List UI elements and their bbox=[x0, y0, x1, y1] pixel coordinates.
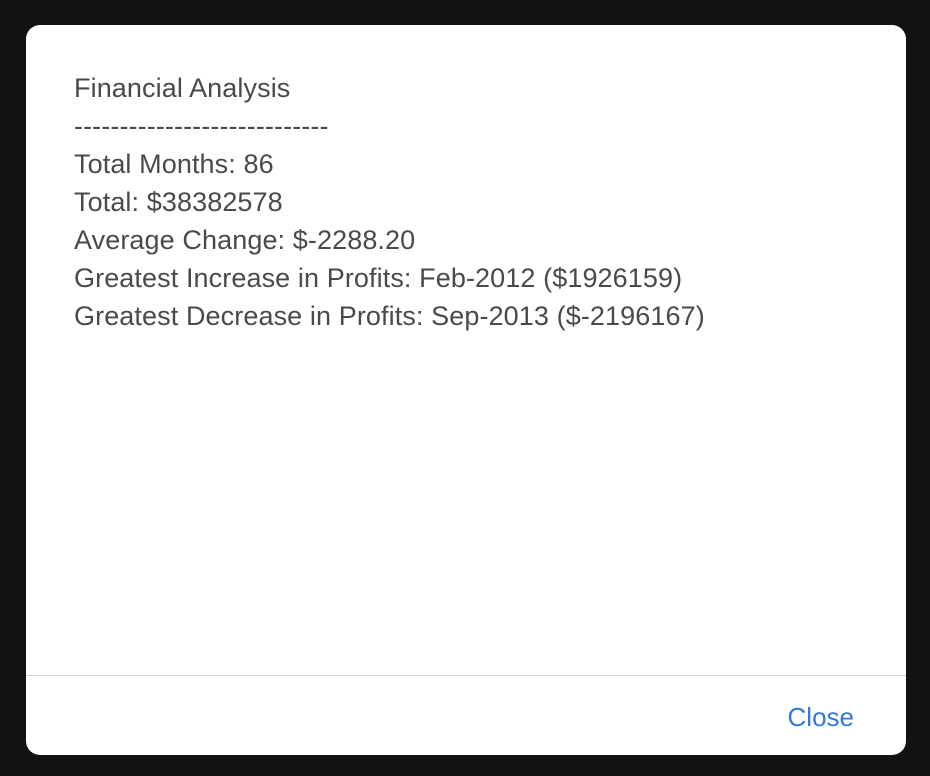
greatest-decrease-line: Greatest Decrease in Profits: Sep-2013 (… bbox=[74, 301, 705, 331]
close-button[interactable]: Close bbox=[788, 700, 854, 734]
total-months-line: Total Months: 86 bbox=[74, 149, 274, 179]
dialog-message: Financial Analysis ---------------------… bbox=[74, 69, 866, 335]
dialog-footer: Close bbox=[26, 676, 906, 755]
total-line: Total: $38382578 bbox=[74, 187, 283, 217]
report-title: Financial Analysis bbox=[74, 73, 291, 103]
average-change-line: Average Change: $-2288.20 bbox=[74, 225, 416, 255]
greatest-increase-line: Greatest Increase in Profits: Feb-2012 (… bbox=[74, 263, 683, 293]
alert-dialog: Financial Analysis ---------------------… bbox=[26, 25, 906, 755]
report-separator: ---------------------------- bbox=[74, 111, 329, 141]
